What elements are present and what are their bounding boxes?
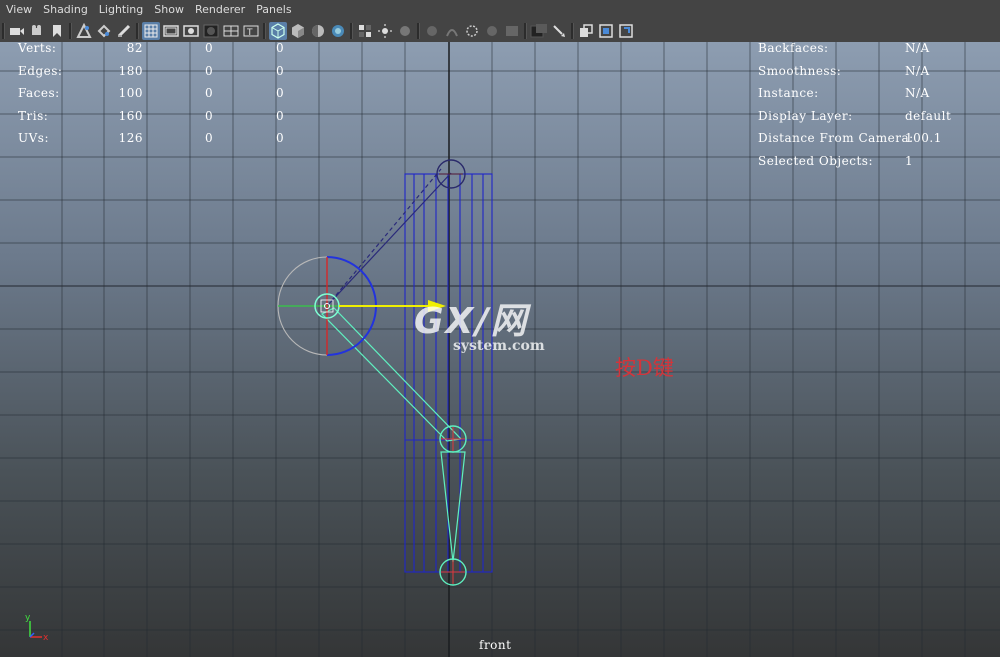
smooth-shade-icon[interactable]: [289, 22, 307, 40]
2d-pan-zoom-icon[interactable]: [95, 22, 113, 40]
cylinder-wireframe: [404, 173, 493, 573]
menu-bar: View Shading Lighting Show Renderer Pane…: [0, 0, 1000, 20]
resolution-icon[interactable]: [577, 22, 595, 40]
view-axis-indicator: y x: [25, 613, 49, 643]
toolbar-separator: [350, 23, 353, 39]
motion-blur-icon[interactable]: [423, 22, 441, 40]
field-chart-icon[interactable]: [222, 22, 240, 40]
xray-joints-icon[interactable]: [530, 22, 548, 40]
wireframe-icon[interactable]: [269, 22, 287, 40]
hud-row-distance: Distance From Camera: 100.1: [758, 131, 942, 145]
bookmark-icon[interactable]: [48, 22, 66, 40]
toolbar-separator: [2, 23, 5, 39]
hud-row-smoothness: Smoothness: N/A: [758, 64, 930, 78]
hud-row-selected: Selected Objects: 1: [758, 154, 914, 168]
hud-poly-count: Verts: 82 0 0 Edges: 180 0 0 Faces: 100 …: [18, 42, 284, 145]
panel-toolbar: T: [0, 20, 1000, 42]
resolution-gate-icon[interactable]: [182, 22, 200, 40]
frame-selected-icon[interactable]: [617, 22, 635, 40]
watermark-logo: GX/网: [414, 301, 529, 342]
hud-row-faces: Faces: 100 0 0: [18, 86, 285, 100]
grid-icon[interactable]: [142, 22, 160, 40]
toolbar-separator: [524, 23, 527, 39]
menu-shading[interactable]: Shading: [37, 0, 93, 20]
annotation-text: 按D键: [615, 356, 674, 380]
anti-alias-icon[interactable]: [443, 22, 461, 40]
hud-row-instance: Instance: N/A: [758, 86, 930, 100]
menu-view[interactable]: View: [0, 0, 37, 20]
toolbar-separator: [263, 23, 266, 39]
hud-row-uvs: UVs: 126 0 0: [18, 131, 285, 145]
menu-panels[interactable]: Panels: [250, 0, 296, 20]
use-lights-icon[interactable]: [356, 22, 374, 40]
ambient-occlusion-icon[interactable]: [396, 22, 414, 40]
gate-mask-icon[interactable]: [202, 22, 220, 40]
camera-attributes-icon[interactable]: [8, 22, 26, 40]
film-gate-icon[interactable]: [162, 22, 180, 40]
menu-show[interactable]: Show: [148, 0, 189, 20]
toolbar-separator: [417, 23, 420, 39]
menu-lighting[interactable]: Lighting: [93, 0, 148, 20]
toolbar-separator: [571, 23, 574, 39]
axis-y-label: y: [25, 613, 31, 623]
front-viewport[interactable]: y x Verts: 82 0 0 Edges: 180 0 0 Faces: …: [0, 42, 1000, 657]
toolbar-separator: [69, 23, 72, 39]
depth-of-field-icon[interactable]: [463, 22, 481, 40]
xray-icon[interactable]: [503, 22, 521, 40]
axis-x-label: x: [43, 633, 49, 643]
xray-active-icon[interactable]: [550, 22, 568, 40]
hud-row-verts: Verts: 82 0 0: [18, 42, 285, 55]
hud-row-edges: Edges: 180 0 0: [18, 64, 285, 78]
hud-row-display-layer: Display Layer: default: [758, 109, 952, 123]
shadows-icon[interactable]: [376, 22, 394, 40]
grease-pencil-icon[interactable]: [115, 22, 133, 40]
camera-select-icon[interactable]: [28, 22, 46, 40]
hud-row-backfaces: Backfaces: N/A: [758, 42, 930, 55]
hud-row-tris: Tris: 160 0 0: [18, 109, 285, 123]
textured-icon[interactable]: [329, 22, 347, 40]
image-plane-icon[interactable]: [75, 22, 93, 40]
frame-all-icon[interactable]: [597, 22, 615, 40]
isolate-select-icon[interactable]: [483, 22, 501, 40]
svg-text:T: T: [246, 28, 253, 38]
hud-object-details: Backfaces: N/A Smoothness: N/A Instance:…: [758, 42, 951, 168]
camera-name-label: front: [479, 638, 512, 652]
watermark-site: system.com: [453, 338, 545, 354]
safe-action-icon[interactable]: T: [242, 22, 260, 40]
toolbar-separator: [136, 23, 139, 39]
menu-renderer[interactable]: Renderer: [189, 0, 250, 20]
default-material-icon[interactable]: [309, 22, 327, 40]
